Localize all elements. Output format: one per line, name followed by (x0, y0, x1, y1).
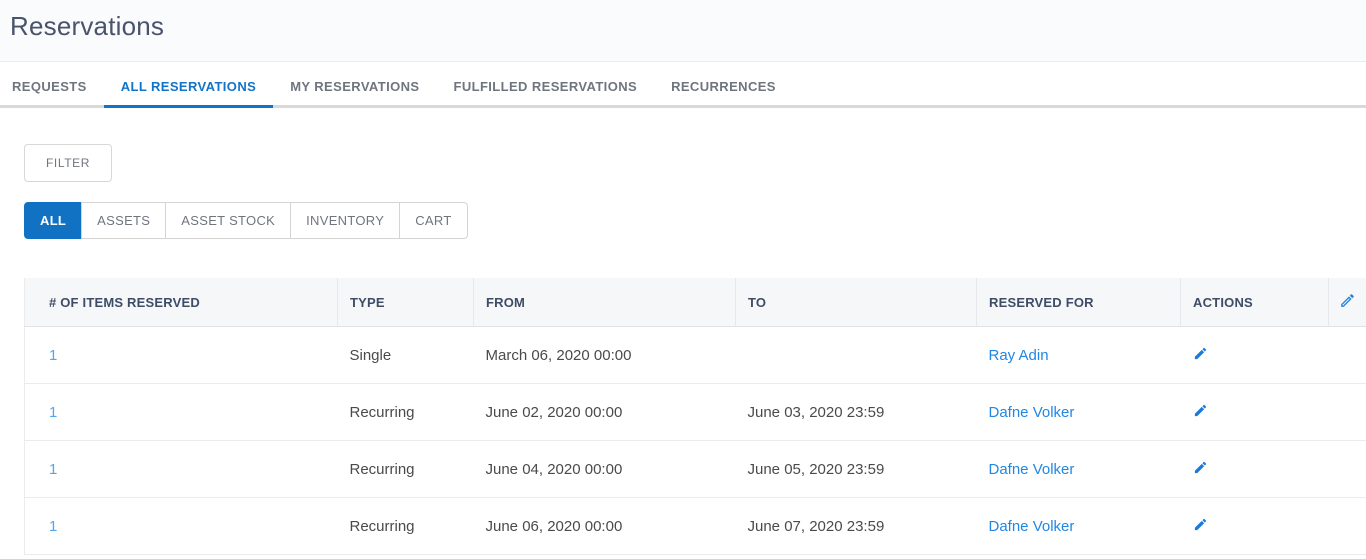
type-cell: Recurring (337, 383, 474, 441)
type-filter-assets[interactable]: ASSETS (81, 202, 167, 239)
edit-pencil-icon (1194, 347, 1206, 360)
edit-pencil-icon (1194, 404, 1206, 417)
from-cell: March 06, 2020 00:00 (473, 326, 736, 384)
type-cell: Recurring (337, 497, 474, 555)
page-title: Reservations (10, 11, 165, 41)
page-header: Reservations (0, 0, 1366, 62)
main-content: FILTER ALL ASSETS ASSET STOCK INVENTORY … (0, 108, 1366, 555)
col-header-to: TO (735, 278, 977, 327)
type-cell: Recurring (337, 440, 474, 498)
table-header-row: # OF ITEMS RESERVED TYPE FROM TO RESERVE… (24, 278, 1366, 327)
items-reserved-link[interactable]: 1 (49, 518, 57, 535)
tab-bar: REQUESTS ALL RESERVATIONS MY RESERVATION… (0, 62, 1366, 108)
to-cell: June 05, 2020 23:59 (735, 440, 977, 498)
reserved-for-link[interactable]: Dafne Volker (989, 404, 1075, 421)
type-cell: Single (337, 326, 474, 384)
tab-requests[interactable]: REQUESTS (10, 62, 104, 108)
edit-pencil-icon (1194, 518, 1206, 531)
edit-reservation-button[interactable] (1193, 460, 1208, 475)
items-reserved-link[interactable]: 1 (49, 404, 57, 421)
edit-pencil-icon (1194, 461, 1206, 474)
col-header-reserved-for: RESERVED FOR (976, 278, 1181, 327)
items-reserved-link[interactable]: 1 (49, 461, 57, 478)
tab-fulfilled-reservations[interactable]: FULFILLED RESERVATIONS (436, 62, 654, 108)
type-filter-group: ALL ASSETS ASSET STOCK INVENTORY CART (24, 202, 1366, 239)
tab-my-reservations[interactable]: MY RESERVATIONS (273, 62, 436, 108)
reservation-row: 1 Recurring June 04, 2020 00:00 June 05,… (24, 440, 1366, 498)
col-header-items-reserved: # OF ITEMS RESERVED (24, 278, 338, 327)
from-cell: June 02, 2020 00:00 (473, 383, 736, 441)
type-filter-inventory[interactable]: INVENTORY (290, 202, 401, 239)
edit-reservation-button[interactable] (1193, 346, 1208, 361)
tab-recurrences[interactable]: RECURRENCES (654, 62, 793, 108)
reserved-for-link[interactable]: Ray Adin (989, 347, 1049, 364)
reservation-row: 1 Recurring June 02, 2020 00:00 June 03,… (24, 383, 1366, 441)
reservation-row: 1 Recurring June 06, 2020 00:00 June 07,… (24, 497, 1366, 555)
type-filter-cart[interactable]: CART (399, 202, 468, 239)
from-cell: June 06, 2020 00:00 (473, 497, 736, 555)
type-filter-all[interactable]: ALL (24, 202, 83, 239)
edit-columns-button[interactable] (1339, 292, 1356, 309)
col-header-from: FROM (473, 278, 736, 327)
to-cell: June 03, 2020 23:59 (735, 383, 977, 441)
to-cell (735, 326, 977, 384)
from-cell: June 04, 2020 00:00 (473, 440, 736, 498)
reservation-row: 1 Single March 06, 2020 00:00 Ray Adin (24, 326, 1366, 384)
col-header-type: TYPE (337, 278, 474, 327)
edit-reservation-button[interactable] (1193, 403, 1208, 418)
items-reserved-link[interactable]: 1 (49, 347, 57, 364)
col-header-actions: ACTIONS (1180, 278, 1329, 327)
type-filter-asset-stock[interactable]: ASSET STOCK (165, 202, 292, 239)
filter-button[interactable]: FILTER (24, 144, 113, 182)
reserved-for-link[interactable]: Dafne Volker (989, 461, 1075, 478)
reservations-table: # OF ITEMS RESERVED TYPE FROM TO RESERVE… (24, 278, 1366, 555)
col-header-edit-columns (1328, 278, 1366, 327)
edit-reservation-button[interactable] (1193, 517, 1208, 532)
tab-all-reservations[interactable]: ALL RESERVATIONS (103, 62, 274, 108)
to-cell: June 07, 2020 23:59 (735, 497, 977, 555)
reserved-for-link[interactable]: Dafne Volker (989, 518, 1075, 535)
edit-columns-pencil-icon (1341, 294, 1355, 307)
